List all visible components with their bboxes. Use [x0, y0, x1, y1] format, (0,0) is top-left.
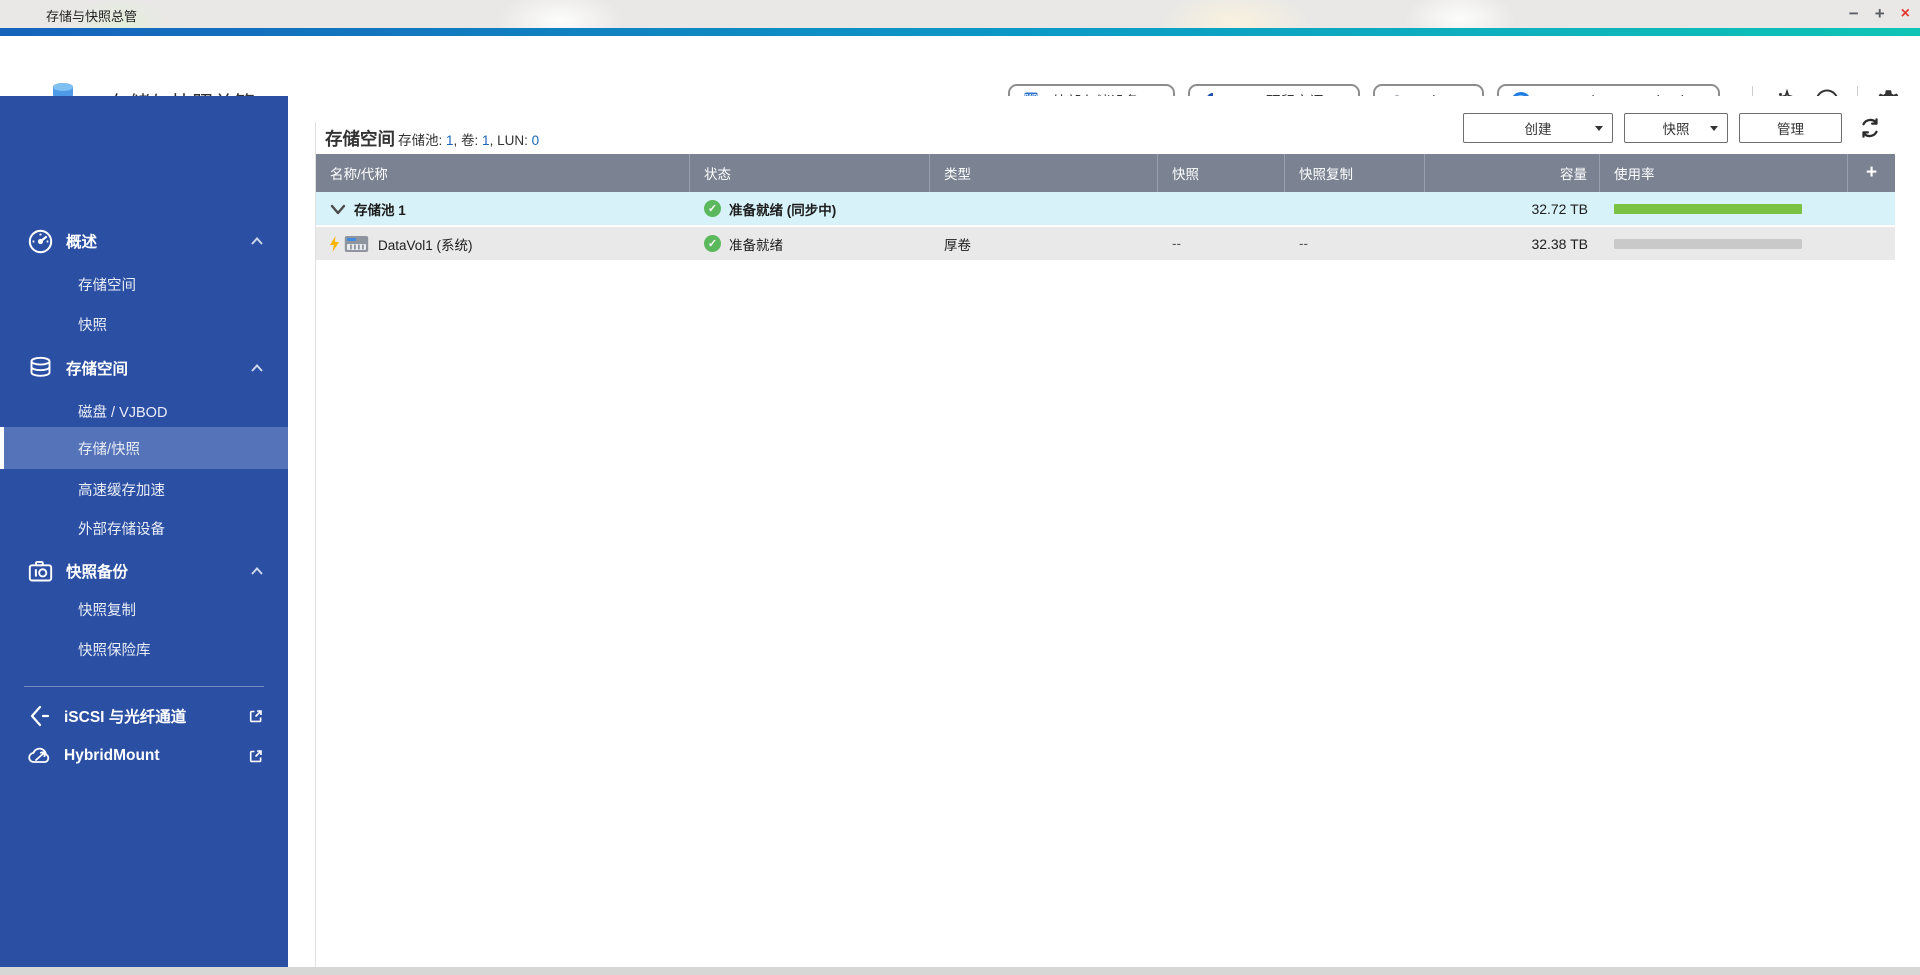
sidebar-item-label: 存储/快照 — [78, 441, 141, 458]
lightning-icon — [330, 235, 339, 252]
column-header-type[interactable]: 类型 — [930, 154, 1158, 192]
volume-usage-bar — [1614, 238, 1802, 249]
table-row-datavol1[interactable]: DataVol1 (系统) ✓ 准备就绪 厚卷 -- -- 32.38 TB — [316, 227, 1895, 262]
sidebar-item-cache-acceleration[interactable]: 高速缓存加速 — [0, 469, 288, 509]
table-row-storage-pool[interactable]: 存储池 1 ✓ 准备就绪 (同步中) 32.72 TB — [316, 192, 1895, 227]
sidebar-section-storage[interactable]: 存储空间 — [0, 346, 288, 390]
lun-count-value: 0 — [531, 133, 540, 148]
sidebar-item-label: 存储空间 — [78, 277, 136, 294]
volume-name: DataVol1 (系统) — [378, 237, 473, 253]
window-title: 存储与快照总管 — [46, 9, 138, 24]
sidebar-link-label: iSCSI 与光纤通道 — [64, 709, 187, 726]
sidebar-item-storage-space[interactable]: 存储空间 — [0, 264, 288, 304]
main-content: 存储空间 存储池: 1, 卷: 1, LUN: 0 创建 快照 管理 名称/代称 — [288, 96, 1920, 967]
column-header-name[interactable]: 名称/代称 — [316, 154, 690, 192]
close-button[interactable]: × — [1901, 0, 1910, 28]
disk-stack-icon — [30, 356, 51, 377]
column-header-status[interactable]: 状态 — [690, 154, 930, 192]
volume-capacity: 32.38 TB — [1531, 235, 1588, 252]
iscsi-icon — [30, 705, 50, 727]
sidebar-link-iscsi[interactable]: iSCSI 与光纤通道 — [0, 696, 288, 736]
create-button-label: 创建 — [1524, 122, 1552, 137]
cloud-icon — [28, 747, 50, 763]
pool-capacity: 32.72 TB — [1531, 200, 1588, 217]
status-ok-icon: ✓ — [704, 235, 721, 252]
sidebar-section-label: 存储空间 — [66, 361, 129, 378]
volume-type: 厚卷 — [944, 237, 971, 253]
snapshot-button[interactable]: 快照 — [1624, 113, 1728, 143]
content-title: 存储空间 — [325, 129, 395, 149]
sidebar-section-snapshot-backup[interactable]: 快照备份 — [0, 549, 288, 593]
add-column-button[interactable]: + — [1848, 154, 1895, 192]
volume-snapshot: -- — [1172, 236, 1181, 251]
column-header-capacity[interactable]: 容量 — [1425, 154, 1600, 192]
storage-table: 名称/代称 状态 类型 快照 快照复制 容量 使用率 + 存储池 1 ✓ 准备就… — [316, 154, 1895, 262]
volume-count-value: 1 — [482, 133, 490, 148]
sidebar-item-external-storage[interactable]: 外部存储设备 — [0, 508, 288, 548]
maximize-button[interactable]: + — [1875, 0, 1885, 28]
volume-count-label: , 卷: — [453, 133, 483, 148]
pool-count-label: 存储池: — [398, 133, 447, 148]
accent-gradient-bar — [0, 28, 1920, 36]
sidebar-item-storage-snapshots[interactable]: 存储/快照 — [0, 427, 288, 469]
chevron-down-icon — [1710, 125, 1718, 131]
sidebar-item-snapshot-vault[interactable]: 快照保险库 — [0, 629, 288, 669]
sidebar-item-label: 快照保险库 — [78, 642, 151, 659]
window-bottom-edge — [0, 967, 1920, 975]
pool-status: 准备就绪 (同步中) — [729, 202, 837, 218]
volume-snapshot-replica: -- — [1299, 236, 1308, 251]
column-header-snapshot[interactable]: 快照 — [1158, 154, 1285, 192]
sidebar-section-label: 概述 — [66, 234, 98, 251]
external-link-icon — [249, 750, 262, 763]
sidebar-link-hybridmount[interactable]: HybridMount — [0, 736, 288, 776]
app-header: 存储与快照总管 RAID 外部存储设备 SSD 预留空间 — [0, 36, 1920, 120]
sidebar-divider — [24, 686, 264, 687]
sidebar-link-label: HybridMount — [64, 747, 160, 764]
chevron-up-icon — [251, 567, 263, 575]
sidebar-item-label: 快照复制 — [78, 602, 136, 619]
volume-disk-icon — [344, 235, 369, 252]
pool-name: 存储池 1 — [354, 202, 406, 218]
pool-count-value: 1 — [446, 133, 454, 148]
storage-summary: 存储池: 1, 卷: 1, LUN: 0 — [398, 129, 539, 149]
window-titlebar: 存储与快照总管 − + × — [0, 0, 1920, 28]
camera-icon — [28, 560, 53, 581]
gauge-icon — [28, 229, 53, 253]
chevron-up-icon — [251, 237, 263, 245]
sidebar: 概述 存储空间 快照 存储空间 磁盘 / VJBOD 存储/快照 高速缓存加速 … — [0, 96, 288, 967]
lun-count-label: , LUN: — [489, 133, 532, 148]
sidebar-item-label: 高速缓存加速 — [78, 482, 165, 499]
manage-button[interactable]: 管理 — [1739, 113, 1842, 143]
sidebar-item-label: 快照 — [78, 317, 107, 334]
column-header-snapshot-replica[interactable]: 快照复制 — [1285, 154, 1425, 192]
snapshot-button-label: 快照 — [1662, 122, 1690, 137]
refresh-icon[interactable] — [1855, 113, 1885, 143]
expand-chevron-icon[interactable] — [330, 203, 346, 215]
sidebar-item-snapshot[interactable]: 快照 — [0, 304, 288, 344]
volume-status: 准备就绪 — [729, 237, 783, 253]
pool-snapshot-replica — [1285, 192, 1425, 225]
sidebar-section-label: 快照备份 — [66, 564, 129, 581]
sidebar-section-overview[interactable]: 概述 — [0, 219, 288, 263]
pool-usage-bar — [1614, 203, 1802, 214]
sidebar-item-label: 外部存储设备 — [78, 521, 165, 538]
status-ok-icon: ✓ — [704, 200, 721, 217]
table-header-row: 名称/代称 状态 类型 快照 快照复制 容量 使用率 + — [316, 154, 1895, 192]
chevron-down-icon — [1595, 125, 1603, 131]
sidebar-item-disks-vjbod[interactable]: 磁盘 / VJBOD — [0, 391, 288, 431]
sidebar-item-snapshot-replica[interactable]: 快照复制 — [0, 589, 288, 629]
column-header-usage[interactable]: 使用率 — [1600, 154, 1848, 192]
manage-button-label: 管理 — [1777, 122, 1804, 137]
pool-usage-fill — [1614, 203, 1802, 214]
chevron-up-icon — [251, 364, 263, 372]
create-button[interactable]: 创建 — [1463, 113, 1613, 143]
pool-type — [930, 192, 1158, 225]
pool-snapshot — [1158, 192, 1285, 225]
minimize-button[interactable]: − — [1849, 0, 1859, 28]
table-toolbar: 创建 快照 管理 — [1463, 113, 1885, 143]
external-link-icon — [249, 710, 262, 723]
sidebar-item-label: 磁盘 / VJBOD — [78, 404, 168, 421]
